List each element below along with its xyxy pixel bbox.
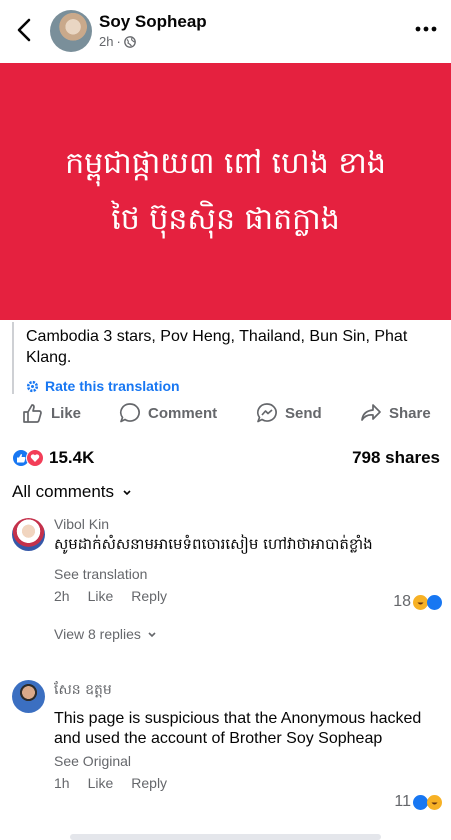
view-replies-link[interactable]: View 8 replies bbox=[54, 626, 444, 642]
send-button[interactable]: Send bbox=[256, 402, 322, 424]
comment-reaction-number: 11 bbox=[394, 793, 411, 810]
comment-like-button[interactable]: Like bbox=[88, 588, 114, 604]
author-name[interactable]: Soy Sopheap bbox=[99, 12, 207, 32]
translation-text: Cambodia 3 stars, Pov Heng, Thailand, Bu… bbox=[26, 328, 408, 366]
post-text-banner: កម្ពុជាផ្កាយ៣ ពៅ ហេង ខាង ថៃ ប៊ុនសុិន ផាត… bbox=[0, 63, 451, 320]
rate-translation-label: Rate this translation bbox=[45, 378, 180, 394]
commenter-name[interactable]: Vibol Kin bbox=[54, 516, 444, 532]
send-label: Send bbox=[285, 404, 322, 422]
comment-time: 1h bbox=[54, 775, 70, 791]
comment-label: Comment bbox=[148, 404, 218, 422]
gear-icon bbox=[26, 380, 39, 392]
comment-reaction-count[interactable]: 11 bbox=[394, 793, 442, 811]
more-options-icon[interactable] bbox=[415, 24, 437, 34]
like-reaction-icon bbox=[413, 794, 428, 810]
see-original-link[interactable]: See Original bbox=[54, 753, 444, 769]
comment-bubble-icon bbox=[119, 403, 140, 423]
comment-actions: 2h Like Reply bbox=[54, 588, 444, 604]
author-avatar[interactable] bbox=[50, 10, 92, 52]
share-arrow-icon bbox=[361, 404, 381, 421]
meta-dot: · bbox=[116, 34, 121, 49]
comment-reply-button[interactable]: Reply bbox=[131, 775, 167, 791]
banner-line-2: ថៃ ប៊ុនសុិន ផាតក្លាង bbox=[111, 201, 340, 237]
back-arrow-icon[interactable] bbox=[14, 17, 36, 43]
like-label: Like bbox=[51, 404, 82, 422]
love-reaction-icon bbox=[26, 449, 44, 467]
chevron-down-icon bbox=[148, 631, 156, 637]
thumbs-up-icon bbox=[23, 404, 42, 423]
comment-text: This page is suspicious that the Anonymo… bbox=[54, 710, 422, 747]
see-translation-link[interactable]: See translation bbox=[54, 566, 444, 582]
translation-block: Cambodia 3 stars, Pov Heng, Thailand, Bu… bbox=[12, 322, 442, 394]
comments-sort-label: All comments bbox=[12, 482, 115, 501]
rate-translation-link[interactable]: Rate this translation bbox=[26, 378, 442, 394]
comment-reply-button[interactable]: Reply bbox=[131, 588, 167, 604]
share-button[interactable]: Share bbox=[360, 402, 431, 424]
banner-line-1: កម្ពុជាផ្កាយ៣ ពៅ ហេង ខាង bbox=[65, 145, 386, 181]
comment-item: សែន ឧត្តម This page is suspicious that t… bbox=[12, 680, 442, 820]
comment-reaction-count[interactable]: 18 bbox=[393, 593, 442, 611]
post-meta: 2h · bbox=[99, 34, 136, 49]
comment-like-button[interactable]: Like bbox=[88, 775, 114, 791]
chevron-down-icon bbox=[123, 489, 131, 495]
messenger-icon bbox=[256, 403, 277, 423]
comment-button[interactable]: Comment bbox=[119, 402, 217, 424]
commenter-name[interactable]: សែន ឧត្តម bbox=[54, 680, 444, 701]
haha-reaction-icon bbox=[427, 794, 442, 810]
post-action-bar: Like Comment Send Share bbox=[0, 402, 451, 432]
globe-icon bbox=[123, 35, 136, 48]
post-header: Soy Sopheap 2h · bbox=[0, 0, 451, 62]
share-label: Share bbox=[389, 404, 431, 422]
like-reaction-icon bbox=[427, 594, 442, 610]
reaction-icons bbox=[12, 449, 44, 467]
like-button[interactable]: Like bbox=[22, 402, 81, 424]
haha-reaction-icon bbox=[413, 594, 428, 610]
comment-text: សូមដាក់សំសនាមអាមេទំពចោរសៀម ហៅវាថាអាបាត់ខ… bbox=[54, 535, 373, 553]
comment-actions: 1h Like Reply bbox=[54, 775, 444, 791]
reaction-count: 15.4K bbox=[49, 448, 95, 467]
comment-composer-edge bbox=[70, 834, 381, 840]
post-stats: 15.4K 798 shares bbox=[12, 446, 440, 470]
comments-sort-dropdown[interactable]: All comments bbox=[12, 482, 132, 502]
share-count[interactable]: 798 shares bbox=[352, 448, 440, 468]
commenter-avatar[interactable] bbox=[12, 518, 45, 551]
comment-body: សែន ឧត្តម This page is suspicious that t… bbox=[54, 680, 444, 791]
commenter-avatar[interactable] bbox=[12, 680, 45, 713]
comment-time: 2h bbox=[54, 588, 70, 604]
view-replies-label: View 8 replies bbox=[54, 626, 141, 642]
comment-body: Vibol Kin សូមដាក់សំសនាមអាមេទំពចោរសៀម ហៅវ… bbox=[54, 516, 444, 642]
comment-reaction-number: 18 bbox=[393, 593, 411, 610]
reaction-summary[interactable]: 15.4K bbox=[12, 448, 94, 468]
post-time[interactable]: 2h bbox=[99, 34, 113, 49]
comment-item: Vibol Kin សូមដាក់សំសនាមអាមេទំពចោរសៀម ហៅវ… bbox=[12, 516, 442, 646]
